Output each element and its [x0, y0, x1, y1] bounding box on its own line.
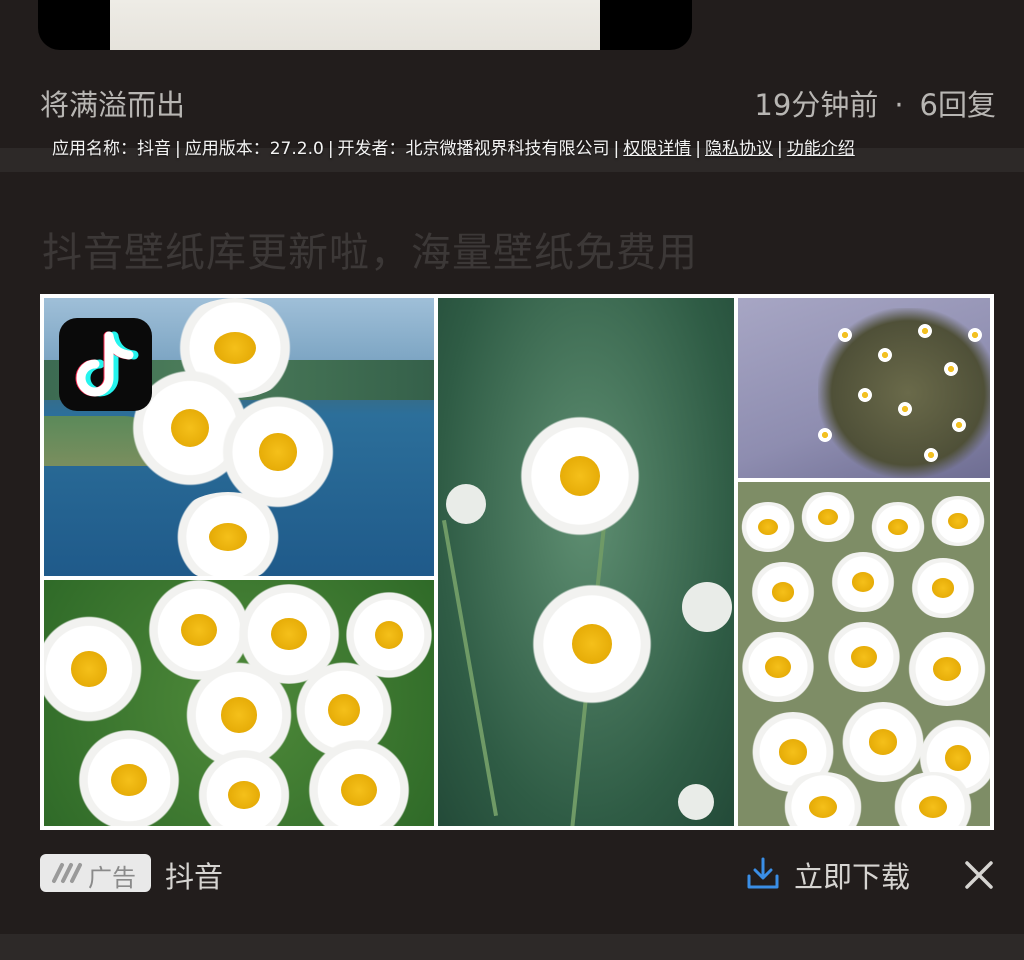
post-card[interactable]: 将满溢而出 19分钟前 · 6回复: [0, 0, 1024, 148]
info-separator: |: [327, 139, 334, 159]
photo-tile-flower-bush: [738, 298, 990, 478]
ad-badge-label: 广告: [88, 864, 136, 892]
ad-mark-icon: [52, 863, 82, 883]
photo-tile-green: [438, 298, 734, 826]
features-link[interactable]: 功能介绍: [787, 139, 855, 159]
info-separator: |: [613, 139, 620, 159]
info-separator: |: [175, 139, 181, 159]
post-meta: 19分钟前 · 6回复: [754, 82, 996, 124]
post-image[interactable]: [38, 0, 692, 50]
post-meta-row: 将满溢而出 19分钟前 · 6回复: [0, 76, 1024, 126]
privacy-link[interactable]: 隐私协议: [705, 139, 773, 159]
ad-headline[interactable]: 抖音壁纸库更新啦，海量壁纸免费用: [42, 220, 698, 278]
app-name-label: 应用名称：: [52, 139, 137, 159]
post-image-content: [110, 0, 600, 50]
section-divider-bottom: [0, 934, 1024, 960]
ad-card[interactable]: 抖音壁纸库更新啦，海量壁纸免费用: [0, 172, 1024, 934]
app-version: 27.2.0: [269, 139, 324, 159]
meta-separator: ·: [894, 88, 904, 122]
developer-name: 北京微播视界科技有限公司: [405, 139, 610, 159]
download-button[interactable]: 立即下载: [744, 852, 924, 896]
photo-tile-daisies: [44, 580, 434, 826]
ad-image-collage[interactable]: [40, 294, 994, 830]
photo-tile-daisy-field: [738, 482, 990, 826]
advertiser-name[interactable]: 抖音: [165, 854, 223, 896]
close-icon[interactable]: [962, 858, 996, 892]
ad-badge: 广告: [40, 854, 151, 892]
ad-footer: 广告 抖音 立即下载: [0, 852, 1024, 898]
post-reply-count[interactable]: 6回复: [920, 88, 996, 122]
ad-app-info: 应用名称：抖音 | 应用版本：27.2.0 | 开发者：北京微播视界科技有限公司 | 权限详…: [52, 134, 982, 162]
app-version-label: 应用版本：: [184, 139, 270, 159]
post-time: 19分钟前: [754, 88, 879, 122]
tiktok-logo-icon: [59, 318, 152, 411]
app-name: 抖音: [137, 139, 171, 159]
info-separator: |: [695, 139, 702, 159]
info-separator: |: [777, 139, 783, 159]
developer-label: 开发者：: [337, 139, 406, 159]
download-icon: [747, 857, 779, 889]
permissions-link[interactable]: 权限详情: [623, 139, 691, 159]
download-label: 立即下载: [794, 860, 911, 894]
post-title[interactable]: 将满溢而出: [40, 82, 185, 124]
